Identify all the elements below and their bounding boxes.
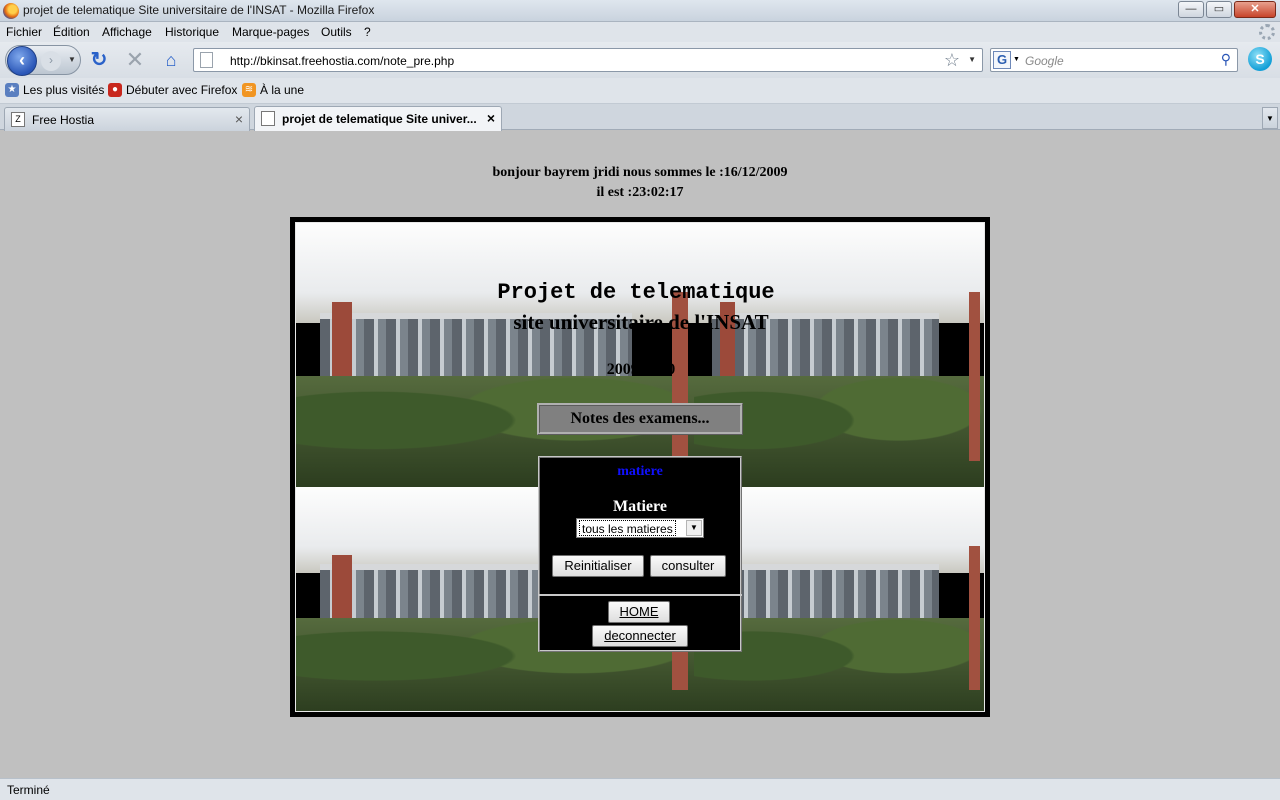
history-dropdown-icon[interactable]: ▼ <box>68 55 76 64</box>
background-photo-panel: Projet de telematique site universitaire… <box>295 222 985 712</box>
matiere-select[interactable]: tous les matieres ▼ <box>576 518 704 538</box>
bookmarks-toolbar: ★ Les plus visités ● Débuter avec Firefo… <box>0 78 1280 104</box>
close-tab-icon[interactable]: × <box>487 110 495 126</box>
magnifier-icon[interactable]: ⚲ <box>1221 51 1231 68</box>
menu-help[interactable]: ? <box>364 25 371 39</box>
search-engine-icon[interactable]: G <box>993 51 1011 69</box>
bookmark-most-visited[interactable]: ★ Les plus visités <box>5 83 104 97</box>
back-arrow-icon[interactable]: ‹ <box>7 46 37 76</box>
tab-bar: Z Free Hostia × projet de telematique Si… <box>0 104 1280 131</box>
bookmark-headlines[interactable]: ≋ À la une <box>242 83 304 97</box>
main-frame: Projet de telematique site universitaire… <box>290 217 990 717</box>
tab-projet-telematique[interactable]: projet de telematique Site univer... × <box>254 106 502 131</box>
throbber-icon <box>1259 24 1275 40</box>
time-text: il est :23:02:17 <box>596 185 684 200</box>
matiere-link[interactable]: matiere <box>540 464 740 480</box>
title-bar: projet de telematique Site universitaire… <box>0 0 1280 22</box>
notes-title: Notes des examens... <box>537 403 743 435</box>
page-icon <box>200 52 213 68</box>
page-content: bonjour bayrem jridi nous sommes le :16/… <box>0 131 1280 778</box>
firefox-bookmark-icon: ● <box>108 83 122 97</box>
rss-icon: ≋ <box>242 83 256 97</box>
status-bar: Terminé <box>0 778 1280 800</box>
tab-list-dropdown-icon[interactable]: ▼ <box>1262 107 1278 129</box>
site-heading: Projet de telematique <box>497 280 775 305</box>
tab-free-hostia[interactable]: Z Free Hostia × <box>4 107 250 131</box>
forward-arrow-icon[interactable]: › <box>41 51 61 71</box>
reset-button[interactable]: Reinitialiser <box>552 555 644 577</box>
tab-page-icon <box>261 111 275 126</box>
menu-fichier[interactable]: Fichier <box>6 25 42 39</box>
campus-photo <box>694 223 984 487</box>
bookmark-getting-started[interactable]: ● Débuter avec Firefox <box>108 83 237 97</box>
window-title: projet de telematique Site universitaire… <box>23 3 375 17</box>
chevron-down-icon[interactable]: ▼ <box>686 520 702 536</box>
stop-icon[interactable]: ✕ <box>124 49 146 71</box>
menu-affichage[interactable]: Affichage <box>102 25 152 39</box>
menu-historique[interactable]: Historique <box>165 25 219 39</box>
address-bar[interactable]: http://bkinsat.freehostia.com/note_pre.p… <box>193 48 983 72</box>
skype-icon[interactable]: S <box>1248 47 1272 71</box>
menu-marque-pages[interactable]: Marque-pages <box>232 25 309 39</box>
home-button[interactable]: HOME <box>608 601 670 623</box>
bookmark-label: Les plus visités <box>23 83 105 97</box>
close-window-button[interactable]: ✕ <box>1234 1 1276 18</box>
minimize-button[interactable]: — <box>1178 1 1204 18</box>
bookmark-folder-icon: ★ <box>5 83 19 97</box>
tab-label: projet de telematique Site univer... <box>282 112 477 126</box>
tab-label: Free Hostia <box>32 113 95 127</box>
status-text: Terminé <box>7 783 50 797</box>
maximize-button[interactable]: ▭ <box>1206 1 1232 18</box>
engine-dropdown-icon[interactable]: ▼ <box>1013 56 1020 63</box>
logout-button[interactable]: deconnecter <box>592 625 688 647</box>
search-placeholder[interactable]: Google <box>1025 54 1064 68</box>
navigation-toolbar: ‹ › ▼ ↻ ✕ ⌂ http://bkinsat.freehostia.co… <box>0 42 1280 78</box>
academic-year: 2009/2010 <box>606 361 676 378</box>
search-box[interactable]: G ▼ Google ⚲ <box>990 48 1238 72</box>
tab-favicon-icon: Z <box>11 112 25 127</box>
consult-button[interactable]: consulter <box>650 555 726 577</box>
close-tab-icon[interactable]: × <box>235 111 243 127</box>
form-divider <box>538 594 742 596</box>
home-icon[interactable]: ⌂ <box>160 49 182 71</box>
campus-photo <box>296 223 696 487</box>
menu-edition[interactable]: Édition <box>53 25 90 39</box>
matiere-label: Matiere <box>613 498 667 515</box>
greeting-block: bonjour bayrem jridi nous sommes le :16/… <box>0 163 1280 203</box>
url-dropdown-icon[interactable]: ▼ <box>968 55 976 64</box>
site-subheading: site universitaire de l'INSAT <box>513 310 769 334</box>
firefox-icon <box>3 3 19 19</box>
bookmark-label: Débuter avec Firefox <box>126 83 238 97</box>
window-controls: — ▭ ✕ <box>1178 1 1276 18</box>
matiere-selected-value: tous les matieres <box>579 520 676 536</box>
menu-bar: Fichier Édition Affichage Historique Mar… <box>0 22 1280 42</box>
address-url[interactable]: http://bkinsat.freehostia.com/note_pre.p… <box>230 54 454 68</box>
matiere-form: matiere Matiere tous les matieres ▼ Rein… <box>538 456 742 652</box>
greeting-text: bonjour bayrem jridi nous sommes le :16/… <box>492 165 788 180</box>
menu-outils[interactable]: Outils <box>321 25 352 39</box>
reload-icon[interactable]: ↻ <box>88 49 110 71</box>
bookmark-label: À la une <box>260 83 305 97</box>
back-forward-group: ‹ › ▼ <box>5 45 81 76</box>
star-icon[interactable]: ☆ <box>944 50 960 71</box>
